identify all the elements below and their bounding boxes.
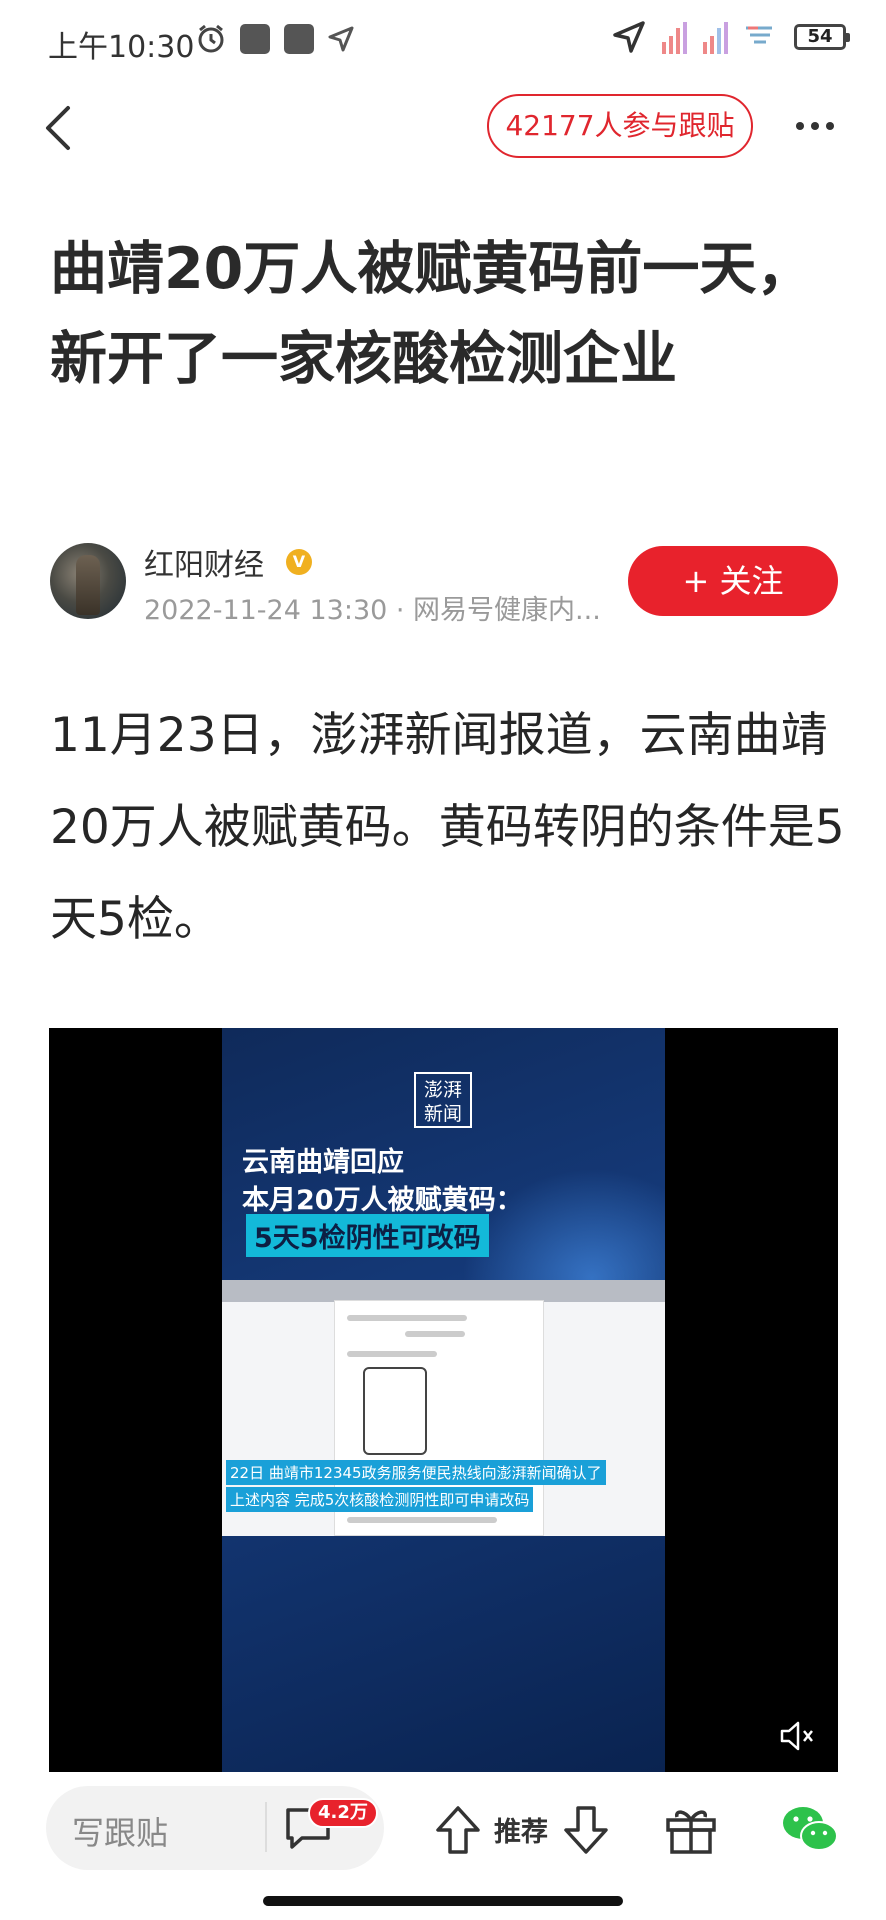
video-headline-highlight: 5天5检阴性可改码	[246, 1214, 489, 1257]
article-meta: 2022-11-24 13:30 · 网易号健康内...	[144, 595, 601, 626]
follow-count-button[interactable]: 42177人参与跟贴	[487, 94, 753, 158]
wifi-icon	[746, 26, 772, 44]
verified-badge-icon: V	[286, 549, 312, 575]
status-icons-right: 54	[612, 20, 850, 54]
article-title: 曲靖20万人被赋黄码前一天，新开了一家核酸检测企业	[50, 236, 814, 392]
recommend-label: 推荐	[494, 1817, 548, 1848]
status-time: 上午10:30	[48, 30, 195, 65]
comment-count-badge: 4.2万	[308, 1798, 378, 1828]
article-paragraph: 11月23日，澎湃新闻报道，云南曲靖20万人被赋黄码。黄码转阴的条件是5天5检。	[50, 708, 845, 947]
wechat-share-icon[interactable]	[780, 1802, 840, 1856]
follow-button[interactable]: + 关注	[628, 546, 838, 616]
signal-icon	[662, 20, 687, 54]
mute-icon[interactable]	[779, 1720, 815, 1752]
thepaper-logo: 澎湃新闻	[414, 1072, 472, 1128]
location-icon	[613, 21, 645, 53]
status-bar: 上午10:30 54	[0, 0, 886, 84]
app-notification-icon	[284, 24, 314, 54]
gift-icon[interactable]	[664, 1804, 718, 1856]
downvote-arrow-icon[interactable]	[562, 1804, 610, 1856]
battery-icon: 54	[794, 24, 850, 50]
video-caption: 上述内容 完成5次核酸检测阴性即可申请改码	[226, 1487, 534, 1512]
author-name[interactable]: 红阳财经	[144, 540, 264, 584]
video-frame: 澎湃新闻 云南曲靖回应 本月20万人被赋黄码： 5天5检阴性可改码 22日 曲靖…	[222, 1028, 665, 1772]
status-icons-left	[196, 24, 354, 54]
back-button[interactable]	[36, 100, 84, 156]
video-headline: 本月20万人被赋黄码：	[242, 1185, 523, 1216]
location-arrow-icon	[328, 26, 354, 52]
upvote-arrow-icon[interactable]	[434, 1804, 482, 1856]
home-indicator[interactable]	[263, 1896, 623, 1906]
video-player[interactable]: 澎湃新闻 云南曲靖回应 本月20万人被赋黄码： 5天5检阴性可改码 22日 曲靖…	[49, 1028, 838, 1772]
more-options-button[interactable]	[796, 104, 840, 148]
divider	[265, 1802, 267, 1852]
alarm-icon	[198, 24, 224, 53]
author-avatar[interactable]	[50, 543, 126, 619]
app-notification-icon	[240, 24, 270, 54]
video-headline: 云南曲靖回应	[242, 1147, 404, 1178]
video-caption: 22日 曲靖市12345政务服务便民热线向澎湃新闻确认了	[226, 1460, 606, 1485]
reply-input[interactable]: 写跟贴	[72, 1808, 168, 1854]
signal-icon	[703, 20, 728, 54]
